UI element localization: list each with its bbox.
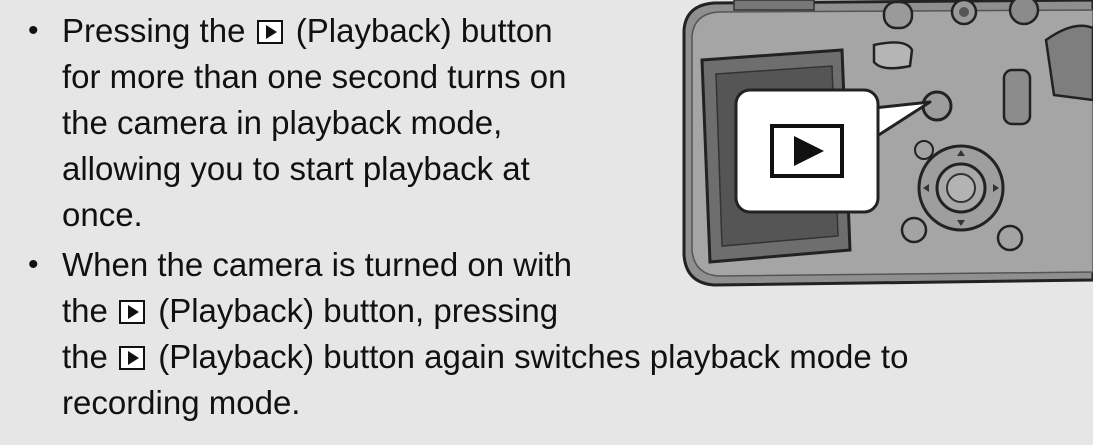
playback-icon — [770, 124, 844, 178]
line-text: (Playback) button, pressing — [149, 292, 559, 329]
bullet-1-line-2: for more than one second turns on — [62, 58, 567, 95]
camera-back-illustration — [682, 0, 1093, 287]
line-text: the — [62, 338, 118, 375]
line-text: (Playback) button — [286, 12, 553, 49]
bullet-1-line-5: once. — [62, 196, 143, 233]
playback-icon — [119, 300, 146, 324]
bullet-marker: • — [28, 248, 39, 281]
bullet-1-line-4: allowing you to start playback at — [62, 150, 530, 187]
playback-icon — [256, 20, 283, 44]
bullet-2-line-4: recording mode. — [62, 384, 301, 421]
line-text: (Playback) button again switches playbac… — [149, 338, 909, 375]
line-text: the — [62, 292, 118, 329]
bullet-marker: • — [28, 14, 39, 47]
bullet-1-line-3: the camera in playback mode, — [62, 104, 503, 141]
bullet-2-line-3: the (Playback) button again switches pla… — [62, 340, 908, 373]
line-text: Pressing the — [62, 12, 255, 49]
bullet-1-line-1: Pressing the (Playback) button — [62, 14, 553, 47]
playback-icon — [119, 346, 146, 370]
bullet-2-line-2: the (Playback) button, pressing — [62, 294, 558, 327]
bullet-2-line-1: When the camera is turned on with — [62, 246, 572, 283]
